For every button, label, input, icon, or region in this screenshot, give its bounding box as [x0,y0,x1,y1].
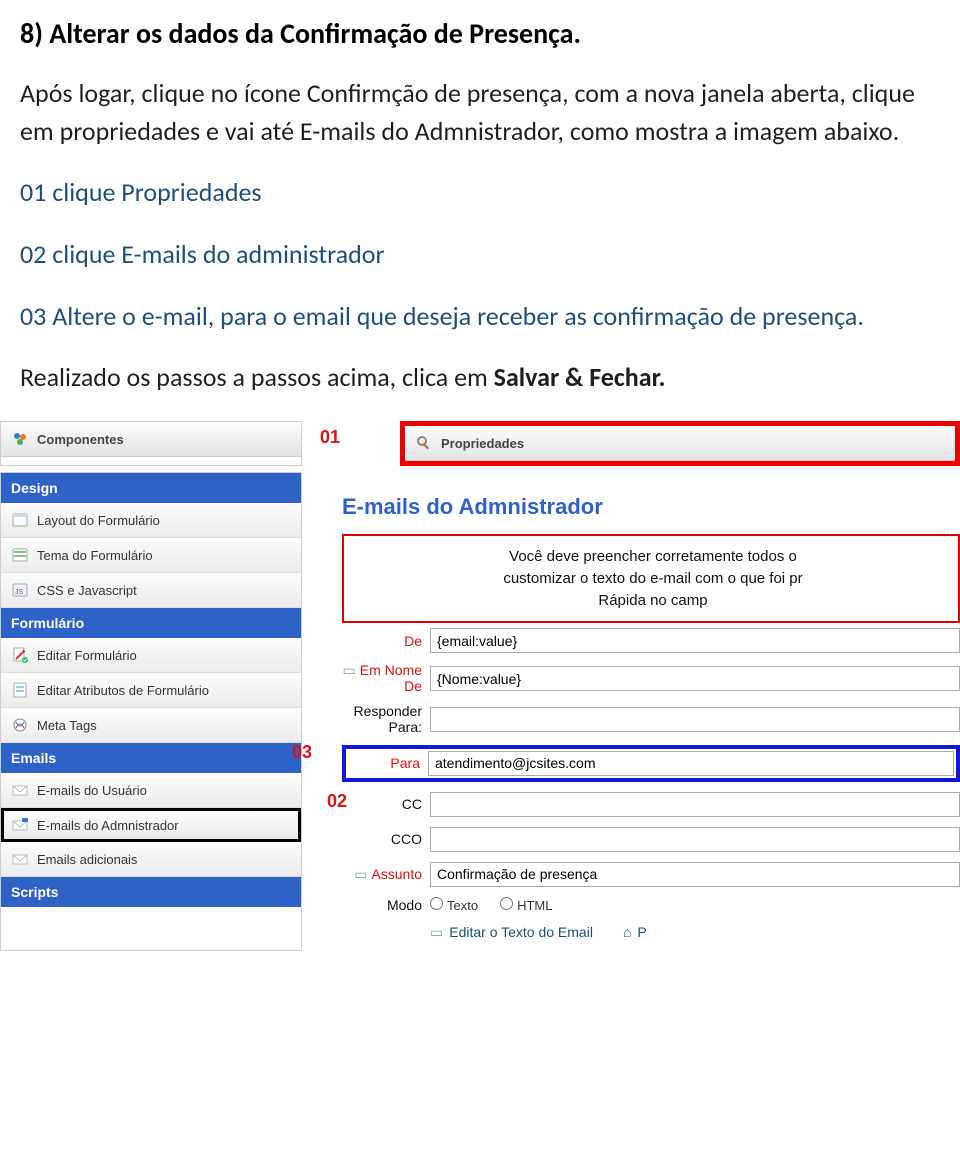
propriedades-panel-header[interactable]: Propriedades [405,426,955,461]
speech-bubble-icon: ▭ [354,866,367,882]
sidebar-item-label: Layout do Formulário [37,513,160,528]
main-panel: E-mails do Admnistrador Você deve preenc… [342,472,960,951]
label-cco: CCO [342,831,422,847]
sidebar-item-label: E-mails do Usuário [37,783,147,798]
css-js-icon: JS [11,581,29,599]
heading-step-8: 8) Alterar os dados da Confirmação de Pr… [20,16,940,51]
page-title-emails-admin: E-mails do Admnistrador [342,472,960,534]
label-responder-para: Responder Para: [342,704,422,735]
label-de: De [342,633,422,649]
sidebar-item-label: Tema do Formulário [37,548,153,563]
gear-wrench-icon [415,434,433,452]
meta-tags-icon [11,716,29,734]
label-em-nome-de: ▭Em Nome De [342,663,422,694]
sidebar-item-label: Editar Formulário [37,648,137,663]
link-editar-texto-email[interactable]: ▭ Editar o Texto do Email [430,924,593,941]
admin-screenshot: 01 Componentes Propriedades Design [0,421,960,951]
input-para[interactable] [428,751,954,776]
section-scripts: Scripts [1,877,301,907]
section-formulario: Formulário [1,608,301,638]
link-pi[interactable]: ⌂ P [623,924,647,940]
sidebar-item-editar-atributos[interactable]: Editar Atributos de Formulário [1,673,301,708]
sidebar-item-css[interactable]: JS CSS e Javascript [1,573,301,608]
edit-form-icon [11,646,29,664]
sidebar-item-emails-adicionais[interactable]: Emails adicionais [1,842,301,877]
section-design: Design [1,473,301,503]
mail-additional-icon [11,850,29,868]
form-attributes-icon [11,681,29,699]
marker-03: 03 [292,742,312,763]
closing-paragraph: Realizado os passos a passos acima, clic… [20,359,940,397]
theme-icon [11,546,29,564]
mail-user-icon [11,781,29,799]
sidebar-item-label: E-mails do Admnistrador [37,818,179,833]
marker-01: 01 [320,427,340,448]
sidebar-item-editar-formulario[interactable]: Editar Formulário [1,638,301,673]
sidebar-item-emails-usuario[interactable]: E-mails do Usuário 02 [1,773,301,808]
info-warning-box: Você deve preencher corretamente todos o… [342,534,960,623]
svg-text:JS: JS [15,589,24,596]
speech-bubble-icon: ▭ [430,924,443,941]
sidebar-item-tema[interactable]: Tema do Formulário [1,538,301,573]
step-03: 03 Altere o e-mail, para o email que des… [20,298,940,336]
label-cc: CC [342,796,422,812]
mail-admin-icon [11,816,29,834]
input-cc[interactable] [430,792,960,817]
input-responder-para[interactable] [430,707,960,732]
sidebar-item-meta-tags[interactable]: Meta Tags [1,708,301,743]
step-01: 01 clique Propriedades [20,174,940,212]
radio-html[interactable]: HTML [500,897,552,913]
sidebar-item-label: Emails adicionais [37,852,137,867]
input-cco[interactable] [430,827,960,852]
label-para: Para [348,755,420,771]
sidebar-item-layout[interactable]: Layout do Formulário [1,503,301,538]
sidebar-item-label: Meta Tags [37,718,97,733]
sidebar-item-label: CSS e Javascript [37,583,137,598]
input-de[interactable] [430,628,960,653]
home-icon: ⌂ [623,924,631,940]
step-02: 02 clique E-mails do administrador [20,236,940,274]
propriedades-label: Propriedades [441,436,524,451]
componentes-panel-header[interactable]: Componentes [1,422,301,457]
intro-paragraph: Após logar, clique no ícone Confirmção d… [20,75,940,150]
label-assunto: ▭Assunto [342,866,422,883]
input-em-nome-de[interactable] [430,666,960,691]
radio-texto[interactable]: Texto [430,897,478,913]
sidebar-item-emails-admin[interactable]: E-mails do Admnistrador [1,808,301,842]
sidebar: Design Layout do Formulário Tema do Form… [0,472,302,951]
componentes-label: Componentes [37,432,124,447]
sidebar-item-label: Editar Atributos de Formulário [37,683,209,698]
section-emails: Emails [1,743,301,773]
label-modo: Modo [342,897,422,913]
input-assunto[interactable] [430,862,960,887]
layout-icon [11,511,29,529]
speech-bubble-icon: ▭ [343,662,356,678]
components-icon [11,430,29,448]
